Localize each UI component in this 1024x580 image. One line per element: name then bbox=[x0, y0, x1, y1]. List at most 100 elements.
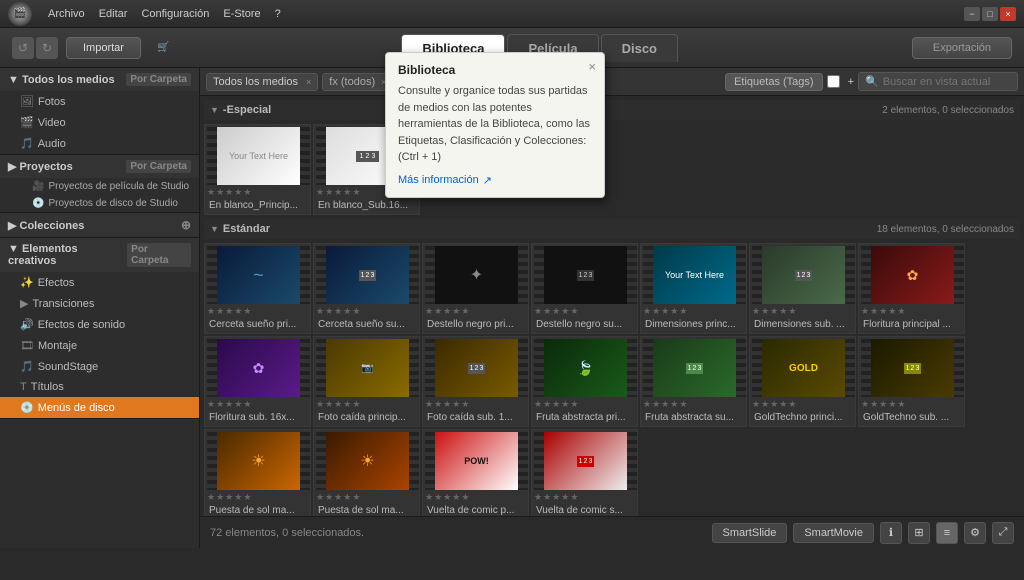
sidebar-section-proyectos-header[interactable]: ▶ Proyectos Por Carpeta bbox=[0, 155, 199, 178]
cart-icon[interactable]: 🛒 bbox=[157, 42, 169, 53]
star: ★ bbox=[652, 306, 660, 317]
star: ★ bbox=[425, 492, 433, 503]
list-item[interactable]: ☀ ★ ★ ★ ★ ★ Puesta de sol ma... bbox=[204, 429, 311, 516]
star: ★ bbox=[534, 399, 542, 410]
breadcrumb-todos[interactable]: Todos los medios × bbox=[206, 73, 318, 91]
sidebar-item-transiciones[interactable]: ▶ Transiciones bbox=[0, 293, 199, 314]
star: ★ bbox=[552, 306, 560, 317]
star: ★ bbox=[316, 306, 324, 317]
sidebar-section-colecciones-header[interactable]: ▶ Colecciones ⊕ bbox=[0, 213, 199, 237]
list-item[interactable]: Your Text Here ★ ★ ★ ★ ★ Dimensiones pri… bbox=[640, 243, 747, 334]
star: ★ bbox=[207, 492, 215, 503]
list-item[interactable]: Your Text Here ★ ★ ★ ★ ★ En blanco_Princ… bbox=[204, 124, 311, 215]
sidebar-item-montaje[interactable]: 🎞 Montaje bbox=[0, 335, 199, 356]
media-label: En blanco_Sub.16... bbox=[316, 199, 417, 212]
fotos-icon: 🖼 bbox=[20, 95, 34, 108]
list-item[interactable]: 123 ★ ★ ★ ★ ★ Foto caída sub. 1... bbox=[422, 336, 529, 427]
star: ★ bbox=[897, 399, 905, 410]
star: ★ bbox=[234, 399, 242, 410]
list-item[interactable]: 123 ★ ★ ★ ★ ★ Destello negro su... bbox=[531, 243, 638, 334]
import-button[interactable]: Importar bbox=[66, 37, 141, 59]
view-grid-button[interactable]: ⊞ bbox=[908, 522, 930, 544]
star: ★ bbox=[243, 187, 251, 198]
por-carpeta-creativos[interactable]: Por Carpeta bbox=[127, 243, 191, 267]
sidebar-item-soundstage[interactable]: 🎵 SoundStage bbox=[0, 356, 199, 377]
status-bar: 72 elementos, 0 seleccionados. SmartSlid… bbox=[200, 516, 1024, 548]
media-label: Fruta abstracta pri... bbox=[534, 411, 635, 424]
view-list-button[interactable]: ≡ bbox=[936, 522, 958, 544]
star: ★ bbox=[234, 187, 242, 198]
star: ★ bbox=[561, 306, 569, 317]
close-button[interactable]: × bbox=[1000, 7, 1016, 21]
sidebar-item-titulos[interactable]: T Títulos bbox=[0, 377, 199, 397]
add-tag-icon[interactable]: + bbox=[848, 76, 854, 88]
sidebar-item-audio[interactable]: 🎵 Audio bbox=[0, 133, 199, 154]
redo-button[interactable]: ↻ bbox=[36, 37, 58, 59]
maximize-button[interactable]: □ bbox=[982, 7, 998, 21]
smart-slide-button[interactable]: SmartSlide bbox=[712, 523, 788, 543]
list-item[interactable]: 📷 ★ ★ ★ ★ ★ Foto caída princip... bbox=[313, 336, 420, 427]
search-input[interactable] bbox=[883, 76, 1011, 88]
list-item[interactable]: ~ ★ ★ ★ ★ ★ Cerceta sueño pri... bbox=[204, 243, 311, 334]
sidebar-item-efectos[interactable]: ✨ Efectos bbox=[0, 272, 199, 293]
list-item[interactable]: POW! ★ ★ ★ ★ ★ Vuelta de comic p... bbox=[422, 429, 529, 516]
star: ★ bbox=[888, 399, 896, 410]
sidebar-item-efectos-sonido[interactable]: 🔊 Efectos de sonido bbox=[0, 314, 199, 335]
titulos-icon: T bbox=[20, 381, 27, 393]
section-especial-count: 2 elementos, 0 seleccionados bbox=[882, 105, 1014, 116]
menu-archivo[interactable]: Archivo bbox=[42, 6, 91, 22]
list-item[interactable]: ☀ ★ ★ ★ ★ ★ Puesta de sol ma... bbox=[313, 429, 420, 516]
star: ★ bbox=[552, 399, 560, 410]
section-especial-header[interactable]: ▼ -Especial 2 elementos, 0 seleccionados bbox=[204, 100, 1020, 120]
menu-estore[interactable]: E-Store bbox=[217, 6, 266, 22]
list-item[interactable]: ✿ ★ ★ ★ ★ ★ Floritura sub. 16x... bbox=[204, 336, 311, 427]
sidebar-item-fotos[interactable]: 🖼 Fotos bbox=[0, 91, 199, 112]
media-label: Vuelta de comic p... bbox=[425, 504, 526, 516]
filter-box[interactable]: fx (todos) × bbox=[322, 73, 393, 91]
menu-editar[interactable]: Editar bbox=[93, 6, 134, 22]
undo-button[interactable]: ↺ bbox=[12, 37, 34, 59]
section-estandar-header[interactable]: ▼ Estándar 18 elementos, 0 seleccionados bbox=[204, 219, 1020, 239]
tags-button[interactable]: Etiquetas (Tags) bbox=[725, 73, 822, 91]
star: ★ bbox=[661, 306, 669, 317]
list-item[interactable]: 123 ★ ★ ★ ★ ★ GoldTechno sub. ... bbox=[858, 336, 965, 427]
media-label: Floritura principal ... bbox=[861, 318, 962, 331]
sidebar-item-video[interactable]: 🎬 Video bbox=[0, 112, 199, 133]
menu-help[interactable]: ? bbox=[269, 6, 287, 22]
smart-movie-button[interactable]: SmartMovie bbox=[793, 523, 874, 543]
breadcrumb-close[interactable]: × bbox=[306, 77, 311, 87]
list-item[interactable]: 123 ★ ★ ★ ★ ★ Vuelta de comic s... bbox=[531, 429, 638, 516]
view-expand-button[interactable]: ⤢ bbox=[992, 522, 1014, 544]
list-item[interactable]: 123 ★ ★ ★ ★ ★ Dimensiones sub. ... bbox=[749, 243, 856, 334]
list-item[interactable]: ✿ ★ ★ ★ ★ ★ Floritura principal ... bbox=[858, 243, 965, 334]
sidebar-section-creativos-header[interactable]: ▼ Elementos creativos Por Carpeta bbox=[0, 238, 199, 272]
por-carpeta-proyectos[interactable]: Por Carpeta bbox=[126, 160, 191, 173]
minimize-button[interactable]: − bbox=[964, 7, 980, 21]
view-settings-button[interactable]: ⚙ bbox=[964, 522, 986, 544]
sidebar-item-pelicula-studio[interactable]: 🎥 Proyectos de película de Studio bbox=[0, 178, 199, 195]
por-carpeta-medios[interactable]: Por Carpeta bbox=[126, 73, 191, 86]
efectos-sonido-icon: 🔊 bbox=[20, 318, 34, 331]
info-button[interactable]: ℹ bbox=[880, 522, 902, 544]
star: ★ bbox=[334, 187, 342, 198]
media-label: Dimensiones princ... bbox=[643, 318, 744, 331]
tags-checkbox[interactable] bbox=[827, 75, 840, 88]
sidebar-item-menus-disco[interactable]: 💿 Menús de disco bbox=[0, 397, 199, 418]
list-item[interactable]: 123 ★ ★ ★ ★ ★ Fruta abstracta su... bbox=[640, 336, 747, 427]
list-item[interactable]: GOLD ★ ★ ★ ★ ★ GoldTechno princi... bbox=[749, 336, 856, 427]
sidebar-item-disco-studio[interactable]: 💿 Proyectos de disco de Studio bbox=[0, 195, 199, 212]
add-coleccion-icon[interactable]: ⊕ bbox=[181, 218, 191, 232]
sidebar-section-medios-header[interactable]: ▼ Todos los medios Por Carpeta bbox=[0, 68, 199, 91]
export-button[interactable]: Exportación bbox=[912, 37, 1012, 59]
tooltip-more-link[interactable]: Más información ↗ bbox=[398, 174, 592, 187]
tab-disco[interactable]: Disco bbox=[601, 34, 678, 62]
star: ★ bbox=[543, 399, 551, 410]
media-label: Destello negro pri... bbox=[425, 318, 526, 331]
list-item[interactable]: ✦ ★ ★ ★ ★ ★ Destello negro pri... bbox=[422, 243, 529, 334]
media-label: Puesta de sol ma... bbox=[207, 504, 308, 516]
menu-configuracion[interactable]: Configuración bbox=[135, 6, 215, 22]
list-item[interactable]: 🍃 ★ ★ ★ ★ ★ Fruta abstracta pri... bbox=[531, 336, 638, 427]
tooltip-close-button[interactable]: × bbox=[588, 59, 596, 74]
star: ★ bbox=[752, 399, 760, 410]
list-item[interactable]: 123 ★ ★ ★ ★ ★ Cerceta sueño su... bbox=[313, 243, 420, 334]
